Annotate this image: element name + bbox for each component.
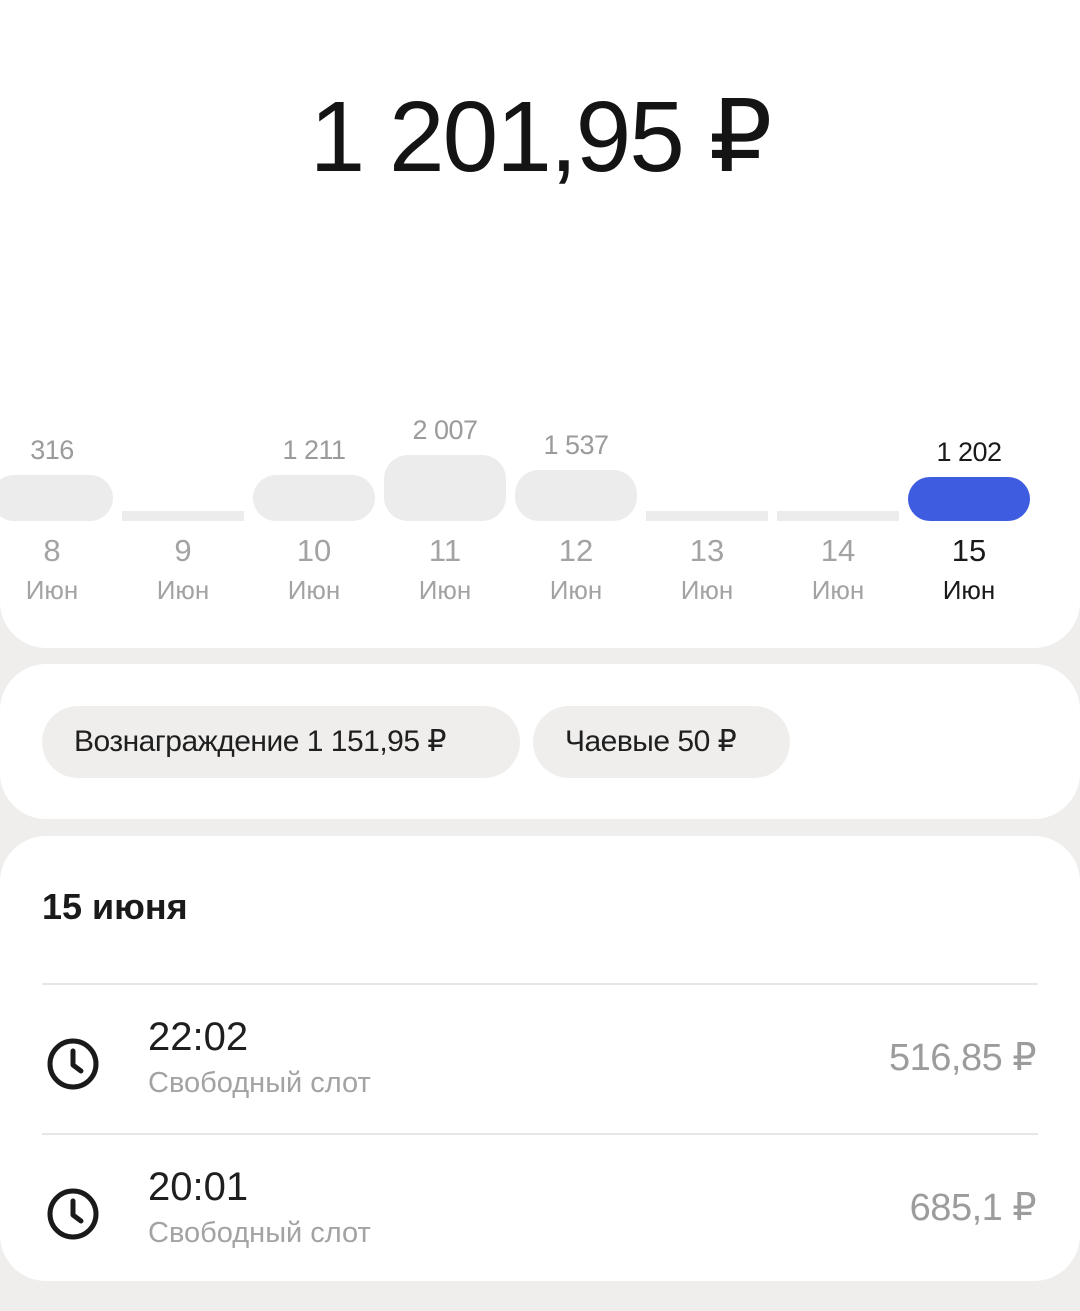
- day-amount: 316: [30, 435, 74, 465]
- day-number: 9: [174, 533, 192, 568]
- item-amount: 685,1 ₽: [909, 1187, 1037, 1229]
- day-amount: 2 007: [412, 415, 478, 445]
- clock-icon: [47, 1038, 99, 1090]
- day-number: 10: [296, 533, 332, 568]
- day-month: Июн: [418, 575, 472, 605]
- total-earnings: 1 201,95 ₽: [309, 81, 773, 193]
- day-month: Июн: [156, 575, 210, 605]
- earnings-summary-card: 1 201,95 ₽ 316 8 Июн 9 Июн 1 211 10 Июн …: [0, 0, 1080, 648]
- day-bar: [384, 455, 506, 521]
- item-subtitle: Свободный слот: [148, 1217, 371, 1249]
- day-bar: [777, 511, 899, 521]
- day-number: 15: [951, 533, 987, 568]
- earnings-breakdown-card: Вознаграждение 1 151,95 ₽ Чаевые 50 ₽: [0, 664, 1080, 819]
- day-column[interactable]: 14 Июн: [774, 400, 902, 620]
- day-amount: 1 211: [282, 435, 346, 465]
- orders-list-card: 15 июня 22:02 Свободный слот 516,85 ₽ 20…: [0, 836, 1080, 1281]
- day-month: Июн: [25, 575, 79, 605]
- day-number: 13: [689, 533, 725, 568]
- day-column[interactable]: 2 007 11 Июн: [381, 400, 509, 620]
- day-bar: [908, 477, 1030, 521]
- day-bar: [122, 511, 244, 521]
- item-subtitle: Свободный слот: [148, 1067, 371, 1099]
- day-column[interactable]: 1 537 12 Июн: [512, 400, 640, 620]
- day-bar: [515, 470, 637, 521]
- day-number: 11: [428, 533, 462, 568]
- day-bar: [0, 475, 113, 521]
- clock-icon: [47, 1188, 99, 1240]
- day-amount: 1 537: [543, 430, 609, 460]
- item-time: 22:02: [148, 1015, 249, 1059]
- item-time: 20:01: [148, 1165, 249, 1209]
- item-amount: 516,85 ₽: [889, 1037, 1036, 1079]
- day-bar: [253, 475, 375, 521]
- days-chart[interactable]: 316 8 Июн 9 Июн 1 211 10 Июн 2 007 11 Ию…: [0, 400, 1080, 620]
- day-month: Июн: [287, 575, 341, 605]
- day-column[interactable]: 13 Июн: [643, 400, 771, 620]
- list-item[interactable]: 22:02 Свободный слот 516,85 ₽: [0, 985, 1080, 1131]
- day-number: 12: [558, 533, 594, 568]
- day-month: Июн: [811, 575, 865, 605]
- day-bar: [646, 511, 768, 521]
- day-column[interactable]: 1 202 15 Июн: [905, 400, 1033, 620]
- day-column[interactable]: 1 211 10 Июн: [250, 400, 378, 620]
- day-number: 8: [43, 533, 61, 568]
- list-item[interactable]: 20:01 Свободный слот 685,1 ₽: [0, 1135, 1080, 1281]
- day-month: Июн: [680, 575, 734, 605]
- tips-chip[interactable]: Чаевые 50 ₽: [533, 706, 790, 778]
- day-column[interactable]: 316 8 Июн: [0, 400, 116, 620]
- day-month: Июн: [549, 575, 603, 605]
- day-column[interactable]: 9 Июн: [119, 400, 247, 620]
- day-amount: 1 202: [936, 437, 1002, 467]
- day-month: Июн: [942, 575, 996, 605]
- day-number: 14: [820, 533, 856, 568]
- list-date-heading: 15 июня: [42, 886, 188, 927]
- reward-chip[interactable]: Вознаграждение 1 151,95 ₽: [42, 706, 520, 778]
